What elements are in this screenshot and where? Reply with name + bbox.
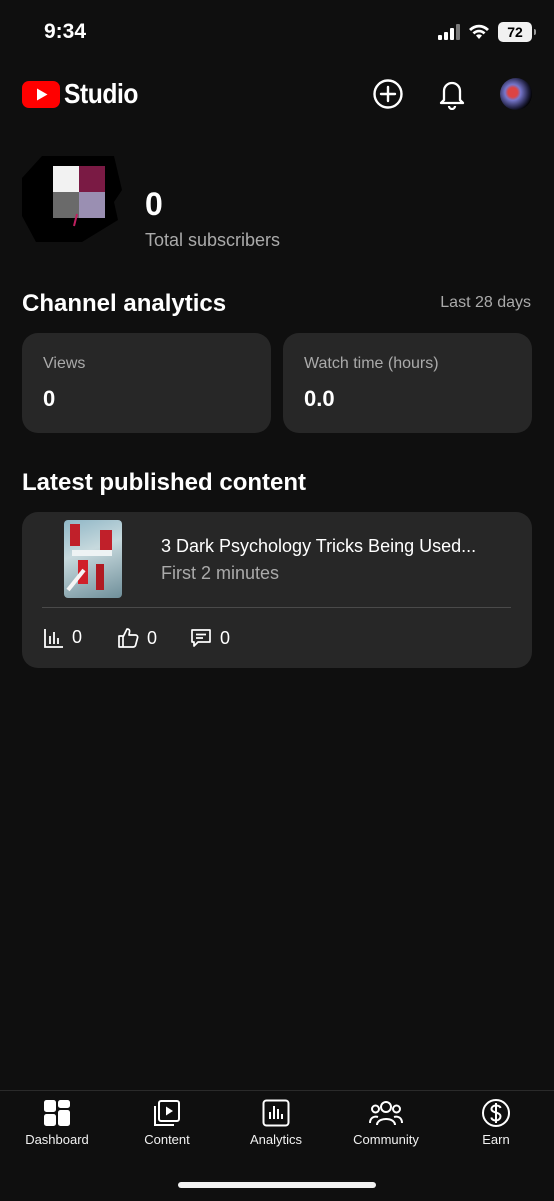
- video-subtitle: First 2 minutes: [161, 563, 280, 583]
- likes-stat: 0: [117, 627, 157, 649]
- nav-community[interactable]: Community: [331, 1098, 441, 1147]
- bar-chart-icon: [44, 628, 63, 648]
- card-divider: [42, 607, 511, 608]
- video-title[interactable]: 3 Dark Psychology Tricks Being Used...: [161, 536, 511, 557]
- comment-icon: [191, 629, 211, 647]
- analytics-range: Last 28 days: [440, 294, 531, 311]
- views-stat-value: 0: [72, 627, 83, 647]
- battery-indicator: 72: [498, 22, 536, 42]
- watch-time-value: 0.0: [304, 386, 335, 411]
- nav-content-label: Content: [144, 1132, 190, 1147]
- nav-analytics-label: Analytics: [249, 1132, 303, 1147]
- views-label: Views: [43, 355, 86, 372]
- views-card[interactable]: Views 0: [22, 333, 271, 433]
- community-icon: [369, 1101, 403, 1126]
- home-indicator: [178, 1182, 376, 1188]
- nav-analytics[interactable]: Analytics: [221, 1098, 331, 1147]
- content-icon: [154, 1100, 180, 1126]
- nav-community-label: Community: [353, 1132, 419, 1147]
- youtube-play-icon: [22, 80, 60, 108]
- comments-stat-value: 0: [220, 627, 231, 648]
- signal-icon: [438, 24, 460, 40]
- nav-dashboard[interactable]: Dashboard: [2, 1098, 112, 1147]
- watch-time-card[interactable]: Watch time (hours) 0.0: [283, 333, 532, 433]
- earn-icon: [482, 1099, 510, 1127]
- create-button[interactable]: [370, 76, 406, 112]
- watch-time-label: Watch time (hours): [304, 355, 439, 372]
- subscriber-count: 0: [145, 186, 163, 222]
- status-icons: 72: [438, 22, 536, 42]
- subscriber-label: Total subscribers: [145, 230, 281, 250]
- likes-stat-value: 0: [147, 627, 158, 648]
- nav-earn[interactable]: Earn: [441, 1098, 551, 1147]
- analytics-title: Channel analytics: [22, 290, 227, 317]
- status-time: 9:34: [44, 20, 87, 43]
- comments-stat: 0: [190, 627, 230, 649]
- latest-content-title: Latest published content: [22, 469, 307, 496]
- nav-content[interactable]: Content: [112, 1098, 222, 1147]
- channel-avatar: [22, 150, 128, 246]
- video-thumbnail[interactable]: [64, 520, 122, 598]
- nav-earn-label: Earn: [482, 1132, 510, 1147]
- account-avatar[interactable]: [500, 78, 532, 110]
- youtube-studio-logo[interactable]: Studio: [22, 78, 148, 110]
- wifi-icon: [469, 24, 489, 39]
- notifications-button[interactable]: [434, 76, 470, 112]
- nav-dashboard-label: Dashboard: [25, 1132, 89, 1147]
- brand-name: Studio: [64, 78, 139, 109]
- plus-circle-icon: [373, 79, 403, 109]
- views-value: 0: [43, 386, 56, 411]
- bell-icon: [439, 81, 465, 110]
- views-stat: 0: [44, 627, 82, 648]
- analytics-icon: [262, 1099, 290, 1127]
- dashboard-icon: [44, 1100, 70, 1126]
- thumbs-up-icon: [118, 628, 139, 648]
